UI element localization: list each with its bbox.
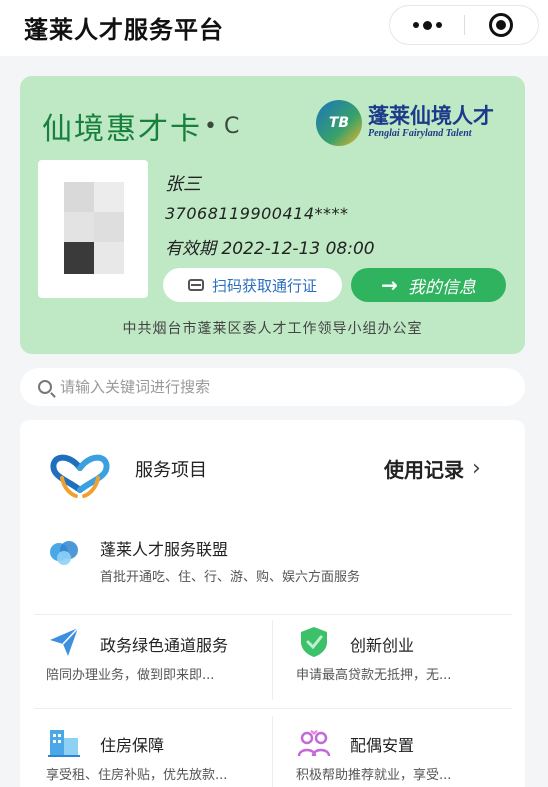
service-item-alliance[interactable]: 蓬莱人才服务联盟 首批开通吃、住、行、游、购、娱六方面服务	[46, 534, 486, 598]
alliance-icon	[50, 541, 78, 565]
column-divider	[272, 620, 273, 700]
mini-program-capsule	[389, 5, 539, 45]
talent-card: 仙境惠才卡 • C TB 蓬莱仙境人才 Penglai Fairyland Ta…	[20, 76, 525, 354]
scan-pass-label: 扫码获取通行证	[211, 276, 317, 295]
target-icon[interactable]	[465, 6, 538, 44]
service-item-innovation[interactable]: 创新创业 申请最高贷款无抵押，无...	[296, 624, 506, 688]
card-level: • C	[204, 114, 240, 139]
usage-records-link[interactable]: 使用记录 ›	[384, 454, 481, 483]
service-item-desc: 陪同办理业务，做到即来即...	[46, 668, 215, 683]
row-divider	[34, 708, 512, 709]
paper-plane-icon	[50, 627, 79, 656]
heart-hands-icon	[50, 454, 110, 498]
service-item-title: 创新创业	[350, 636, 415, 655]
service-item-desc: 积极帮助推荐就业，享受...	[296, 768, 452, 783]
arrow-right-icon: →	[381, 273, 398, 297]
avatar-photo	[38, 160, 148, 298]
chevron-right-icon: ›	[472, 456, 481, 481]
services-panel: 服务项目 使用记录 › 蓬莱人才服务联盟 首批开通吃、住、行、游、购、娱六方面服…	[20, 420, 525, 787]
top-bar: 蓬莱人才服务平台	[0, 0, 548, 56]
my-info-button[interactable]: → 我的信息	[351, 268, 506, 302]
card-validity: 有效期 2022-12-13 08:00	[165, 239, 375, 259]
app-title: 蓬莱人才服务平台	[24, 16, 224, 44]
logo-text-en: Penglai Fairyland Talent	[368, 128, 472, 139]
column-divider	[272, 716, 273, 787]
service-item-green-channel[interactable]: 政务绿色通道服务 陪同办理业务，做到即来即...	[46, 624, 266, 688]
service-item-housing[interactable]: 住房保障 享受租、住房补贴，优先放款...	[46, 724, 266, 787]
service-item-title: 住房保障	[100, 736, 165, 755]
building-icon	[48, 730, 80, 757]
service-item-spouse[interactable]: 配偶安置 积极帮助推荐就业，享受...	[296, 724, 506, 787]
service-item-title: 政务绿色通道服务	[100, 636, 229, 655]
service-item-desc: 首批开通吃、住、行、游、购、娱六方面服务	[100, 570, 361, 585]
my-info-label: 我的信息	[407, 277, 476, 298]
search-bar[interactable]	[20, 368, 525, 406]
service-item-title: 配偶安置	[350, 736, 415, 755]
search-input[interactable]	[60, 378, 480, 396]
scan-pass-button[interactable]: 扫码获取通行证	[163, 268, 342, 302]
services-title: 服务项目	[135, 460, 207, 481]
row-divider	[34, 614, 512, 615]
shield-icon	[301, 627, 327, 657]
service-item-desc: 申请最高贷款无抵押，无...	[296, 668, 452, 683]
people-icon	[297, 730, 331, 757]
holder-name: 张三	[165, 174, 201, 195]
scan-icon	[187, 279, 204, 291]
service-item-desc: 享受租、住房补贴，优先放款...	[46, 768, 228, 783]
more-dots-icon[interactable]	[390, 6, 464, 44]
card-issuer: 中共烟台市蓬莱区委人才工作领导小组办公室	[122, 321, 423, 337]
usage-records-label: 使用记录	[384, 458, 464, 482]
logo-text-cn: 蓬莱仙境人才	[368, 103, 494, 128]
card-title: 仙境惠才卡	[42, 112, 202, 147]
penglai-talent-logo: TB 蓬莱仙境人才 Penglai Fairyland Talent	[316, 98, 506, 148]
logo-mark-icon: TB	[316, 100, 362, 146]
holder-id-number: 37068119900414****	[165, 204, 349, 223]
page: 蓬莱人才服务平台 仙境惠才卡 • C TB 蓬莱仙境人才 Penglai Fai…	[0, 0, 548, 787]
service-item-title: 蓬莱人才服务联盟	[100, 540, 229, 559]
search-icon	[38, 380, 52, 394]
